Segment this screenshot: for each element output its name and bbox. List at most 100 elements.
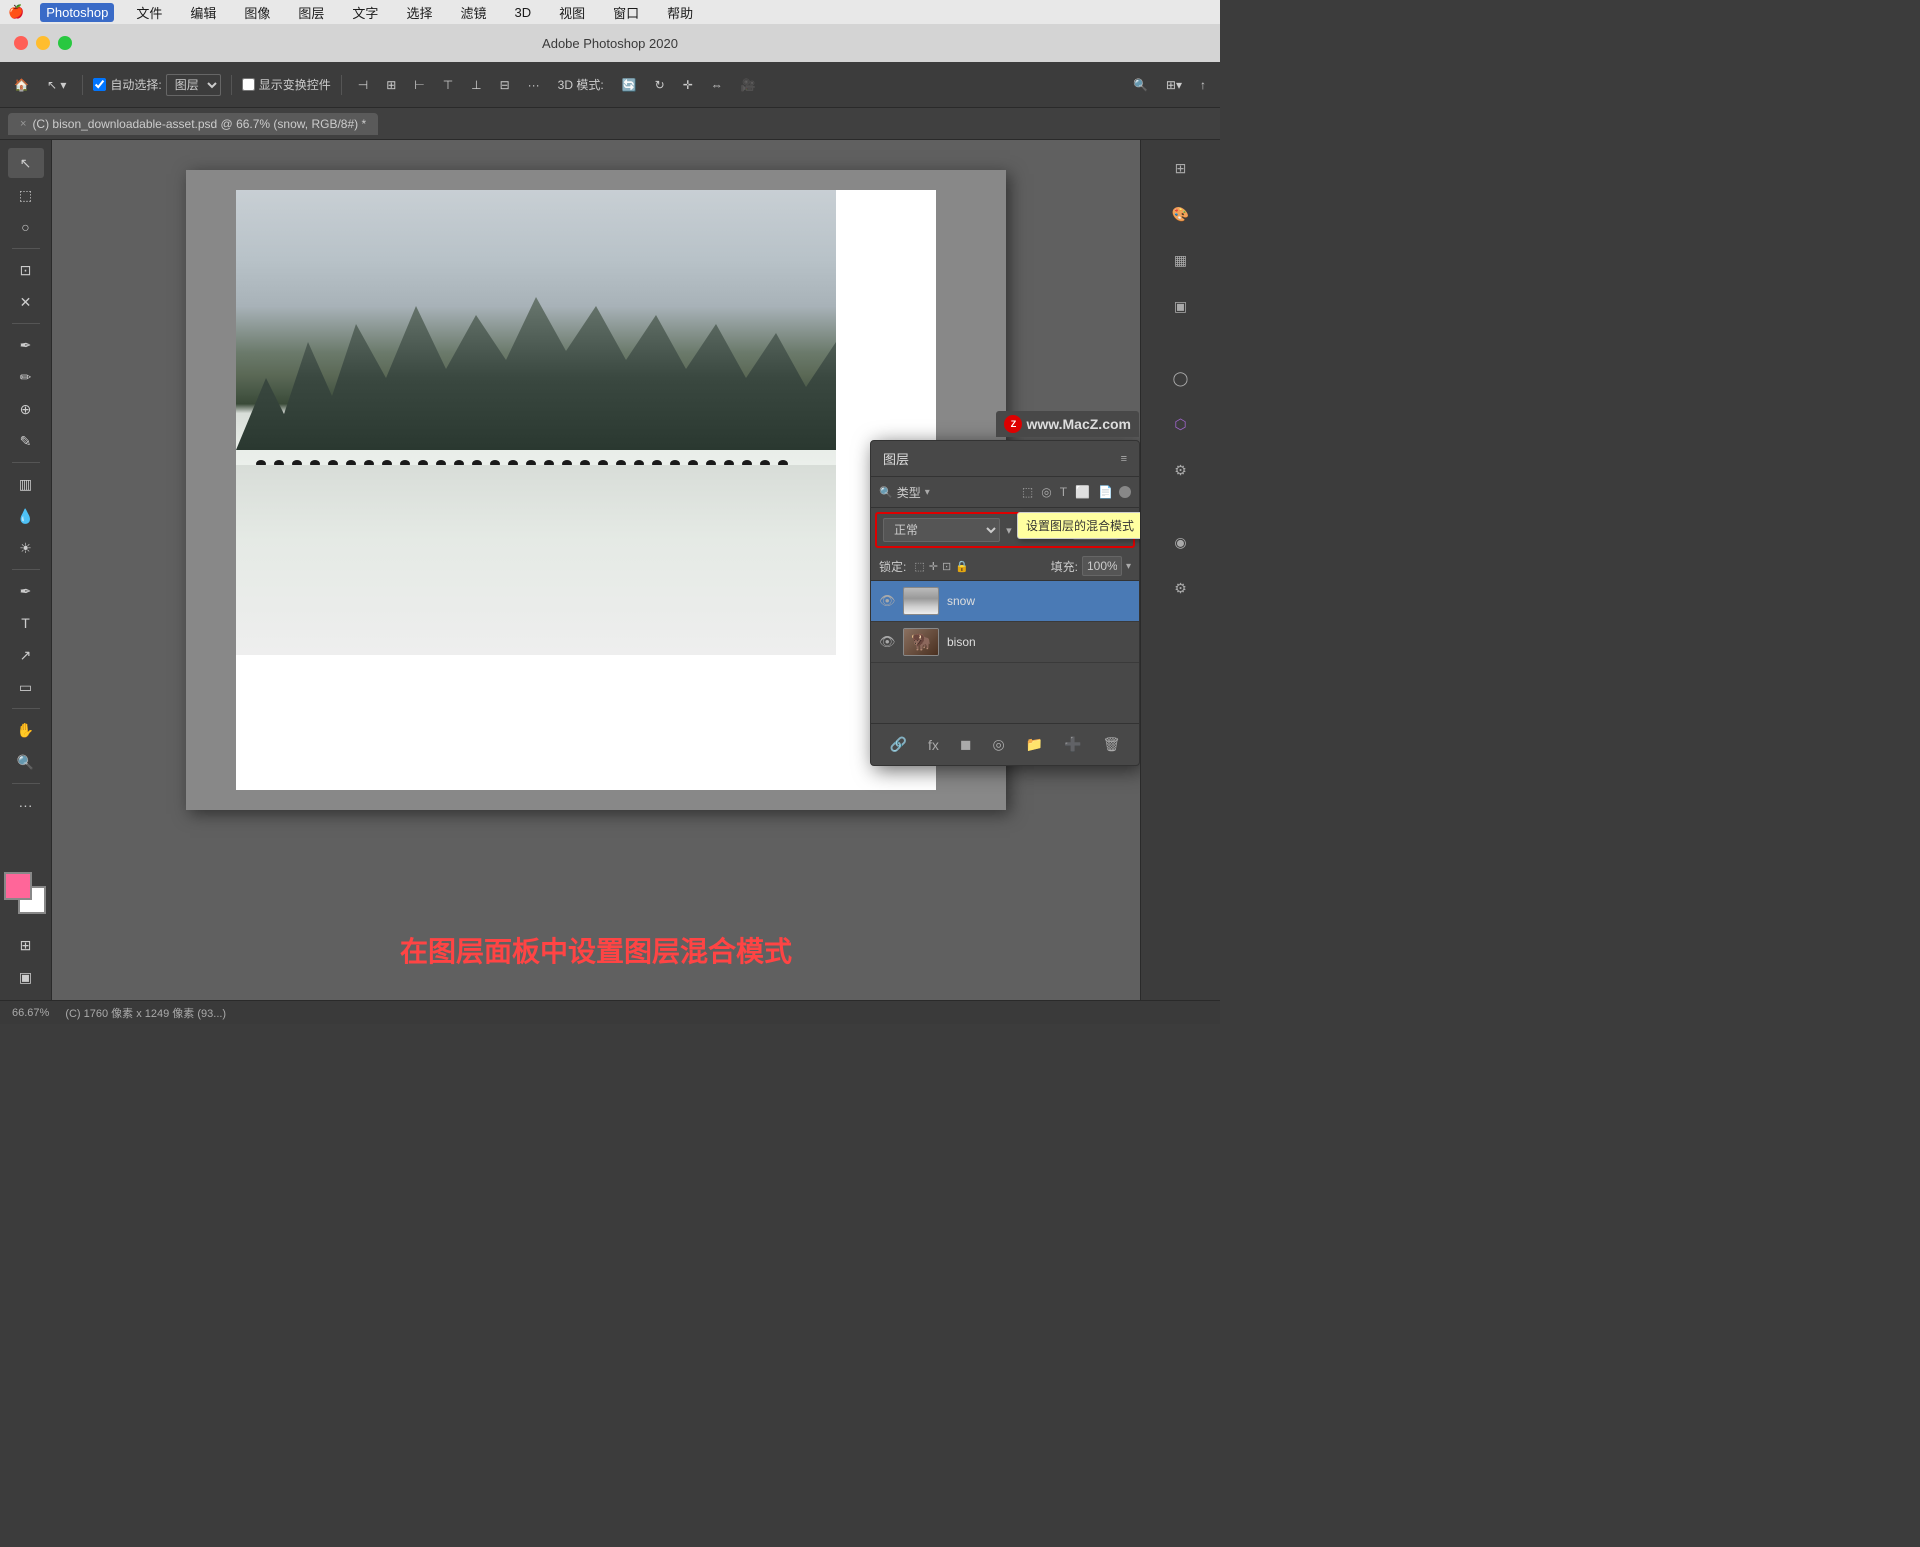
eyedropper-tool-btn[interactable]: ✕ <box>8 287 44 317</box>
menu-filter[interactable]: 滤镜 <box>454 1 492 24</box>
menu-view[interactable]: 视图 <box>553 1 591 24</box>
layer-item-snow[interactable]: 👁 snow <box>871 581 1139 622</box>
group-btn[interactable]: 📁 <box>1022 732 1047 757</box>
tab-close-icon[interactable]: × <box>20 118 26 130</box>
align-top[interactable]: ⊤ <box>437 74 459 96</box>
menu-layer[interactable]: 图层 <box>292 1 330 24</box>
node-btn[interactable]: ⚙ <box>1161 450 1201 490</box>
eraser-tool-btn[interactable]: ✎ <box>8 426 44 456</box>
canvas-area[interactable]: 在图层面板中设置图层混合模式 Z www.MacZ.com 图层 ≡ 🔍 类型 <box>52 140 1140 1000</box>
smartobj-filter-icon[interactable]: 📄 <box>1096 483 1115 501</box>
zoom-tool-btn[interactable]: 🔍 <box>8 747 44 777</box>
home-button[interactable]: 🏠 <box>8 74 35 96</box>
align-bottom[interactable]: ⊟ <box>494 74 516 96</box>
lock-all-icon[interactable]: 🔒 <box>955 560 969 573</box>
layers-panel-btn[interactable]: ⊞ <box>1161 148 1201 188</box>
hand-tool-btn[interactable]: ✋ <box>8 715 44 745</box>
blur-tool-btn[interactable]: 💧 <box>8 501 44 531</box>
extra-btn2[interactable]: ⚙ <box>1161 568 1201 608</box>
lock-pos-icon[interactable]: ✛ <box>929 560 938 573</box>
workspaces-button[interactable]: ⊞▾ <box>1160 74 1188 96</box>
blend-mode-tooltip: 设置图层的混合模式 <box>1017 512 1140 539</box>
align-left[interactable]: ⊣ <box>352 74 374 96</box>
align-right[interactable]: ⊢ <box>408 74 430 96</box>
menu-file[interactable]: 文件 <box>130 1 168 24</box>
blend-mode-select[interactable]: 正常 <box>883 518 1000 542</box>
share-button[interactable]: ↑ <box>1194 74 1212 96</box>
layer-visibility-icon-bison[interactable]: 👁 <box>879 634 895 650</box>
dodge-tool-btn[interactable]: ☀ <box>8 533 44 563</box>
menu-3d[interactable]: 3D <box>508 3 537 22</box>
auto-select-checkbox[interactable] <box>93 78 106 91</box>
panel-collapse-btn[interactable]: ≡ <box>1121 453 1127 465</box>
delete-layer-btn[interactable]: 🗑 <box>1099 732 1125 757</box>
color-swatches[interactable] <box>4 872 48 916</box>
move-tool[interactable]: ↖ ▾ <box>41 74 72 96</box>
pen-tool-btn[interactable]: ✒ <box>8 576 44 606</box>
foreground-color-swatch[interactable] <box>4 872 32 900</box>
search-dropdown-icon[interactable]: ▾ <box>925 487 930 498</box>
mask-btn[interactable]: ◼ <box>956 732 976 757</box>
3d-scale[interactable]: 🎥 <box>735 74 762 96</box>
menu-text[interactable]: 文字 <box>346 1 384 24</box>
layer-item-bison[interactable]: 👁 🦬 bison <box>871 622 1139 663</box>
3d-pan[interactable]: ✛ <box>677 74 699 96</box>
menu-photoshop[interactable]: Photoshop <box>40 3 114 22</box>
new-layer-btn[interactable]: ➕ <box>1060 732 1085 757</box>
menu-help[interactable]: 帮助 <box>661 1 699 24</box>
menu-window[interactable]: 窗口 <box>607 1 645 24</box>
snow-thumb-preview <box>904 588 938 614</box>
marquee-tool-btn[interactable]: ⬚ <box>8 180 44 210</box>
search-button[interactable]: 🔍 <box>1127 74 1154 96</box>
fill-input[interactable] <box>1082 556 1122 576</box>
close-button[interactable] <box>14 36 28 50</box>
path-select-tool-btn[interactable]: ↗ <box>8 640 44 670</box>
pixel-filter-icon[interactable]: ⬚ <box>1020 483 1035 501</box>
move-tool-btn[interactable]: ↖ <box>8 148 44 178</box>
more-tools-btn[interactable]: ··· <box>8 790 44 820</box>
link-layers-btn[interactable]: 🔗 <box>886 732 911 757</box>
filter-toggle-dot[interactable] <box>1119 486 1131 498</box>
adjustment-btn[interactable]: ◎ <box>989 732 1009 757</box>
quick-mask-btn[interactable]: ⊞ <box>8 930 44 960</box>
fx-btn[interactable]: fx <box>924 733 943 757</box>
shape-filter-icon[interactable]: ⬜ <box>1073 483 1092 501</box>
align-center-h[interactable]: ⊞ <box>380 74 402 96</box>
lock-artboard-icon[interactable]: ⊡ <box>942 560 951 573</box>
layer-select-dropdown[interactable]: 图层 <box>166 74 221 96</box>
layer-visibility-icon-snow[interactable]: 👁 <box>879 593 895 609</box>
properties-panel-btn[interactable]: 🎨 <box>1161 194 1201 234</box>
channels-panel-btn[interactable]: ▦ <box>1161 240 1201 280</box>
apple-menu[interactable]: 🍎 <box>8 4 24 20</box>
shape-tool-btn[interactable]: ▭ <box>8 672 44 702</box>
gradient-tool-btn[interactable]: ▥ <box>8 469 44 499</box>
menu-select[interactable]: 选择 <box>400 1 438 24</box>
3d-slide[interactable]: ⇔ <box>705 74 729 96</box>
color-panel-btn[interactable]: ⬡ <box>1161 404 1201 444</box>
align-center-v[interactable]: ⊥ <box>465 74 487 96</box>
text-tool-btn[interactable]: T <box>8 608 44 638</box>
brush-tool-btn[interactable]: ✏ <box>8 362 44 392</box>
more-options[interactable]: ··· <box>522 74 546 96</box>
fill-chevron-icon[interactable]: ▾ <box>1126 561 1131 572</box>
minimize-button[interactable] <box>36 36 50 50</box>
crop-tool-btn[interactable]: ⊡ <box>8 255 44 285</box>
screen-mode-btn[interactable]: ▣ <box>8 962 44 992</box>
adjustments-panel-btn[interactable]: ◯ <box>1161 358 1201 398</box>
adjust-filter-icon[interactable]: ◎ <box>1039 483 1053 501</box>
active-tab[interactable]: × (C) bison_downloadable-asset.psd @ 66.… <box>8 113 378 135</box>
lasso-tool-btn[interactable]: ○ <box>8 212 44 242</box>
extra-btn1[interactable]: ◉ <box>1161 522 1201 562</box>
clone-tool-btn[interactable]: ⊕ <box>8 394 44 424</box>
heal-tool-btn[interactable]: ✒ <box>8 330 44 360</box>
3d-roll[interactable]: ↻ <box>649 74 671 96</box>
menu-image[interactable]: 图像 <box>238 1 276 24</box>
masks-panel-btn[interactable]: ▣ <box>1161 286 1201 326</box>
3d-orbit[interactable]: 🔄 <box>616 74 643 96</box>
menu-edit[interactable]: 编辑 <box>184 1 222 24</box>
layers-header: 图层 ≡ <box>871 441 1139 477</box>
text-filter-icon[interactable]: T <box>1058 483 1069 501</box>
transform-checkbox[interactable] <box>242 78 255 91</box>
maximize-button[interactable] <box>58 36 72 50</box>
lock-pixels-icon[interactable]: ⬚ <box>914 560 924 573</box>
